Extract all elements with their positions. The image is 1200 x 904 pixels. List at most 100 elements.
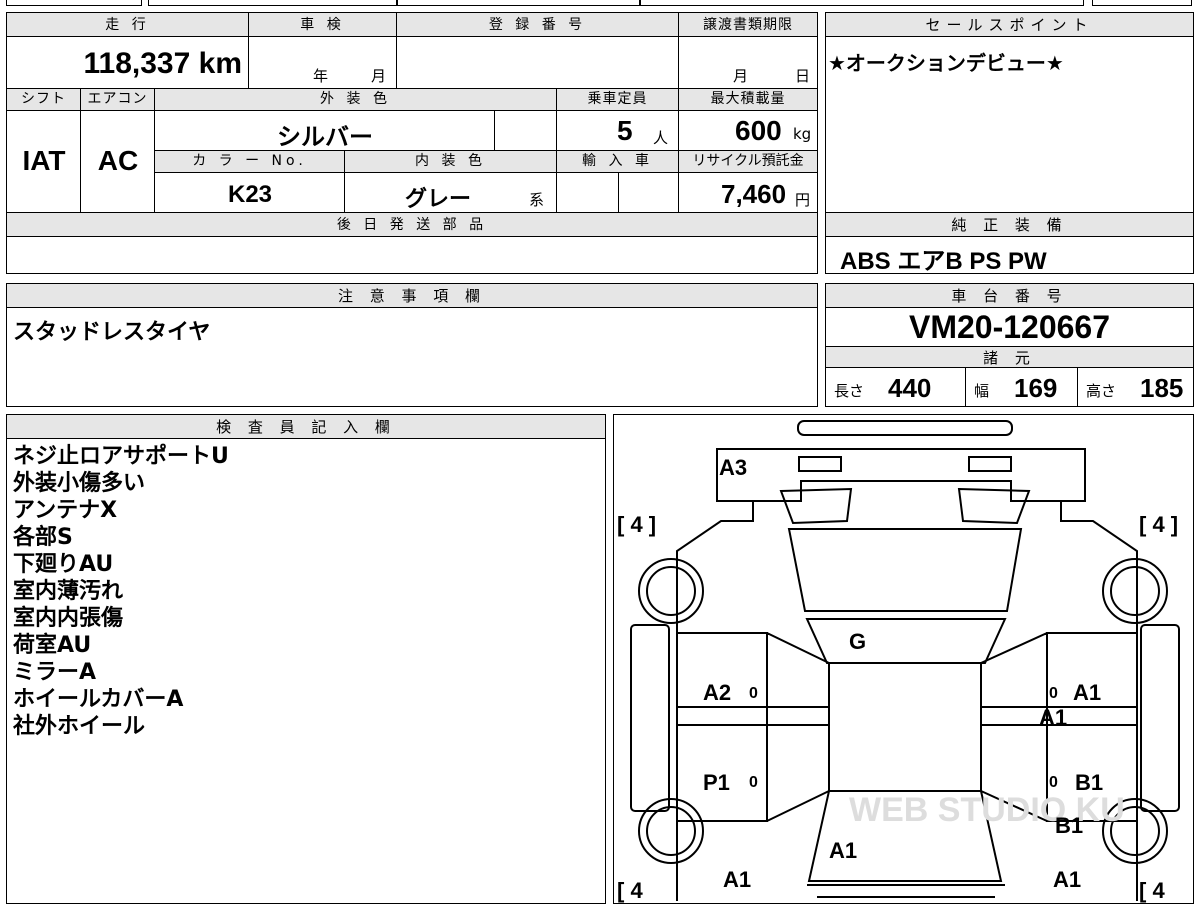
tire-fr-tread: [ 4 ] xyxy=(1139,512,1178,537)
inspector-item: 社外ホイール xyxy=(13,714,146,739)
tire-rl-tread: [ 4 xyxy=(617,878,643,903)
interior-color-label: 内 装 色 xyxy=(345,151,557,173)
top-strip-cell xyxy=(1092,0,1192,6)
chassis-value: VM20-120667 xyxy=(908,309,1111,345)
inspector-item: 下廻りAU xyxy=(13,552,114,577)
inspector-item: ネジ止ロアサポートU xyxy=(13,444,229,469)
left-side-bar xyxy=(630,624,670,812)
inspector-item: ミラーA xyxy=(13,660,97,685)
ac-value: AC xyxy=(97,145,139,176)
color-no-cell: K23 xyxy=(155,173,345,213)
top-strip-cell xyxy=(148,0,398,6)
top-strip-cell xyxy=(640,0,1084,6)
mileage-label: 走 行 xyxy=(7,13,249,37)
recycle-value: 7,460 xyxy=(721,179,787,209)
code-zero-mark: 0 xyxy=(749,774,758,791)
exterior-color-label: 外 装 色 xyxy=(155,89,557,111)
sales-point-value: ★オークションデビュー★ xyxy=(828,51,1064,75)
recycle-unit: 円 xyxy=(795,191,811,209)
wheel-fr-outer xyxy=(1102,558,1168,624)
code-right-front-door: A1 xyxy=(1073,680,1101,705)
width-label: 幅 xyxy=(974,382,990,400)
inspector-item: 荷室AU xyxy=(13,633,92,658)
inspector-item: アンテナX xyxy=(13,498,118,523)
height-cell: 高さ 185 xyxy=(1078,368,1193,406)
tire-rr-tread: [ 4 xyxy=(1139,878,1165,903)
top-strip-cell xyxy=(396,0,640,6)
registration-cell xyxy=(397,37,679,89)
dimensions-label: 諸 元 xyxy=(826,346,1193,368)
length-cell: 長さ 440 xyxy=(826,368,966,406)
height-label: 高さ xyxy=(1086,382,1117,400)
inspection-label: 車 検 xyxy=(249,13,397,37)
code-right-rear: A1 xyxy=(1053,867,1081,892)
watermark: WEB STUDIO KU xyxy=(849,791,1125,829)
code-zero-mark: 0 xyxy=(749,685,758,702)
max-load-value: 600 xyxy=(735,115,782,146)
notes-label: 注 意 事 項 欄 xyxy=(7,284,817,308)
length-label: 長さ xyxy=(834,382,865,400)
exterior-color-cell: シルバー xyxy=(155,111,495,151)
recycle-label: リサイクル預託金 xyxy=(679,151,817,173)
color-no-value: K23 xyxy=(227,181,273,208)
inspector-list: ネジ止ロアサポートU 外装小傷多い アンテナX 各部S 下廻りAU 室内薄汚れ … xyxy=(13,443,229,740)
interior-color-value: グレー xyxy=(405,187,472,212)
inspector-panel: 検 査 員 記 入 欄 ネジ止ロアサポートU 外装小傷多い アンテナX 各部S … xyxy=(6,414,606,904)
chassis-label: 車 台 番 号 xyxy=(826,284,1193,308)
transfer-deadline-label: 譲渡書類期限 xyxy=(679,13,817,37)
code-zero-mark: 0 xyxy=(1049,685,1058,702)
spec-table: 走 行 車 検 登 録 番 号 譲渡書類期限 118,337 km 年 月 月 … xyxy=(6,12,818,274)
wheel-fr-inner xyxy=(1110,566,1160,616)
inspection-year-unit: 年 xyxy=(313,67,329,85)
exterior-color-value: シルバー xyxy=(277,123,373,151)
recycle-cell: 7,460 円 xyxy=(679,173,817,213)
vehicle-diagram: WEB STUDIO KU [ 4 ] [ 4 ] [ 4 [ 4 A3 G A… xyxy=(617,420,1180,903)
hood-shape xyxy=(787,528,1023,612)
windshield-shape xyxy=(805,618,1007,664)
fog-lamp-left xyxy=(798,456,842,472)
equipment-panel: 純 正 装 備 ABS エアB PS PW xyxy=(825,212,1194,275)
equipment-label: 純 正 装 備 xyxy=(826,213,1193,237)
color-no-label: カ ラ ー No. xyxy=(155,151,345,173)
exterior-color-extra-cell xyxy=(495,111,557,151)
shift-value: IAT xyxy=(22,145,66,176)
sales-point-panel: セールスポイント ★オークションデビュー★ xyxy=(825,12,1194,213)
mileage-cell: 118,337 km xyxy=(7,37,249,89)
interior-color-suffix: 系 xyxy=(529,191,545,209)
mileage-value: 118,337 km xyxy=(83,47,242,80)
max-load-label: 最大積載量 xyxy=(679,89,817,111)
code-windshield: G xyxy=(849,629,866,654)
transfer-cell: 月 日 xyxy=(679,37,817,89)
wheel-rl-outer xyxy=(638,798,704,864)
later-parts-label: 後 日 発 送 部 品 xyxy=(7,213,817,237)
width-value: 169 xyxy=(1014,373,1058,403)
sales-point-label: セールスポイント xyxy=(826,13,1193,37)
wheel-fl-outer xyxy=(638,558,704,624)
code-left-front-door: A2 xyxy=(703,680,731,705)
body-outline xyxy=(676,501,1138,901)
wheel-rl-inner xyxy=(646,806,696,856)
roof-shape xyxy=(828,662,982,792)
interior-color-cell: グレー 系 xyxy=(345,173,557,213)
transfer-day-unit: 日 xyxy=(795,67,811,85)
right-side-bar xyxy=(1140,624,1180,812)
inspector-item: 室内薄汚れ xyxy=(13,579,124,604)
headlamp-right xyxy=(957,487,1031,525)
capacity-cell: 5 人 xyxy=(557,111,679,151)
capacity-label: 乗車定員 xyxy=(557,89,679,111)
code-right-slide-door: B1 xyxy=(1075,770,1103,795)
rear-bumper-shape xyxy=(807,884,1005,898)
shift-cell: IAT xyxy=(7,111,81,213)
vehicle-diagram-panel: WEB STUDIO KU [ 4 ] [ 4 ] [ 4 [ 4 A3 G A… xyxy=(613,414,1194,904)
registration-label: 登 録 番 号 xyxy=(397,13,679,37)
max-load-cell: 600 kg xyxy=(679,111,817,151)
import-extra-cell xyxy=(619,173,679,213)
equipment-value: ABS エアB PS PW xyxy=(840,248,1047,275)
front-bumper-shape xyxy=(716,448,1086,502)
inspector-item: 各部S xyxy=(13,525,73,550)
code-left-rear: A1 xyxy=(723,867,751,892)
ac-label: エアコン xyxy=(81,89,155,111)
ac-cell: AC xyxy=(81,111,155,213)
inspection-month-unit: 月 xyxy=(371,67,387,85)
import-cell xyxy=(557,173,619,213)
